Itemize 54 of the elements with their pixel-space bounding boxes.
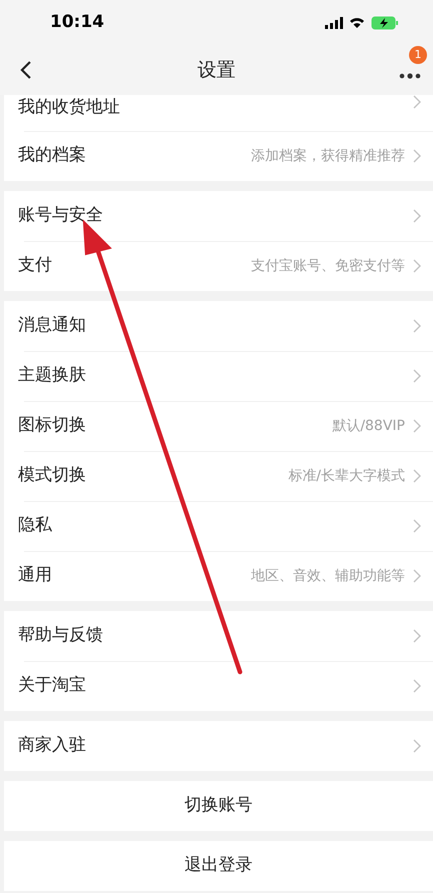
chevron-icon	[413, 209, 421, 223]
chevron-icon	[413, 569, 421, 583]
row-label: 隐私	[18, 514, 52, 538]
row-label: 关于淘宝	[18, 674, 86, 698]
action-button[interactable]: 切换账号	[4, 781, 433, 831]
row-hint: 添加档案，获得精准推荐	[251, 146, 405, 166]
settings-row[interactable]: 图标切换 默认/88VIP	[4, 401, 433, 451]
settings-row[interactable]: 账号与安全	[4, 191, 433, 241]
chevron-icon	[413, 519, 421, 533]
row-hint: 标准/长辈大字模式	[288, 466, 405, 486]
row-label: 通用	[18, 564, 52, 588]
chevron-icon	[413, 319, 421, 333]
page-title: 设置	[198, 58, 236, 83]
row-label: 支付	[18, 254, 52, 278]
status-time: 10:14	[50, 10, 104, 34]
settings-row[interactable]: 关于淘宝	[4, 661, 433, 711]
chevron-icon	[413, 369, 421, 383]
settings-row[interactable]: 模式切换 标准/长辈大字模式	[4, 451, 433, 501]
row-label: 商家入驻	[18, 734, 86, 758]
signal-icon	[325, 16, 343, 28]
chevron-icon	[413, 149, 421, 163]
notification-badge: 1	[409, 46, 427, 64]
row-label: 模式切换	[18, 464, 86, 488]
chevron-icon	[413, 679, 421, 693]
settings-row[interactable]: 我的档案 添加档案，获得精准推荐	[4, 131, 433, 181]
row-label: 图标切换	[18, 414, 86, 438]
row-hint: 支付宝账号、免密支付等	[251, 256, 405, 276]
row-label: 我的收货地址	[18, 96, 120, 119]
settings-row[interactable]: 支付 支付宝账号、免密支付等	[4, 241, 433, 291]
back-icon	[20, 60, 32, 80]
chevron-icon	[413, 739, 421, 753]
settings-row[interactable]: 通用 地区、音效、辅助功能等	[4, 551, 433, 601]
row-label: 我的档案	[18, 144, 86, 168]
chevron-icon	[413, 469, 421, 483]
chevron-icon	[413, 259, 421, 273]
row-hint: 地区、音效、辅助功能等	[251, 566, 405, 586]
chevron-icon	[413, 419, 421, 433]
settings-row[interactable]: 消息通知	[4, 301, 433, 351]
settings-row[interactable]: 帮助与反馈	[4, 611, 433, 661]
row-label: 账号与安全	[18, 204, 103, 228]
chevron-icon	[413, 629, 421, 643]
row-label: 帮助与反馈	[18, 624, 103, 648]
action-button[interactable]: 退出登录	[4, 841, 433, 891]
settings-row[interactable]: 主题换肤	[4, 351, 433, 401]
chevron-icon	[413, 95, 421, 109]
row-hint: 默认/88VIP	[332, 416, 405, 436]
row-label: 主题换肤	[18, 364, 86, 388]
wifi-icon	[349, 16, 365, 28]
settings-row[interactable]: 商家入驻	[4, 721, 433, 771]
battery-icon	[371, 16, 399, 30]
settings-row[interactable]: 我的收货地址	[4, 95, 433, 131]
settings-row[interactable]: 隐私	[4, 501, 433, 551]
row-label: 消息通知	[18, 314, 86, 338]
more-icon	[399, 73, 421, 79]
